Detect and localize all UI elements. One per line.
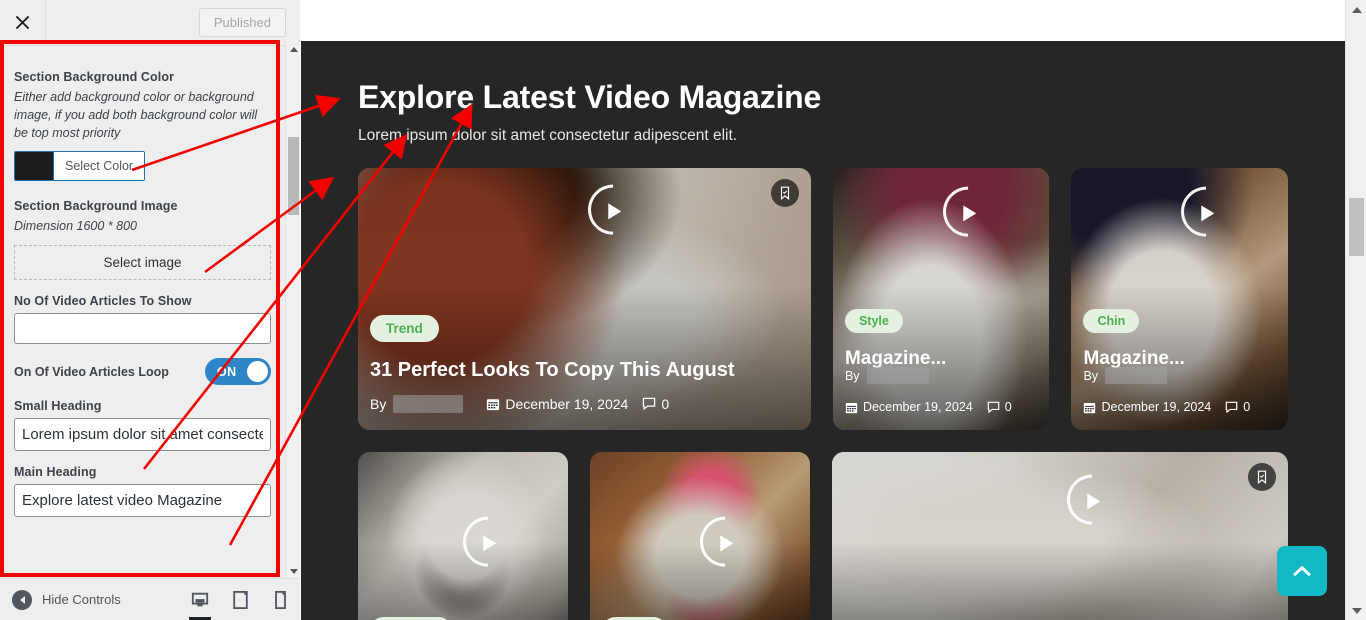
page-subtitle: Lorem ipsum dolor sit amet consectetur a… [358, 127, 738, 144]
tablet-icon[interactable] [220, 579, 260, 620]
section-background-color-description: Either add background color or backgroun… [14, 90, 258, 140]
card-comments: 0 [642, 396, 669, 412]
card-comments-count: 0 [661, 396, 670, 412]
no-of-video-articles-input[interactable] [14, 313, 271, 344]
small-heading-label: Small Heading [14, 399, 102, 413]
author-name-placeholder [393, 395, 464, 413]
card-meta: December 19, 2024 0 [1083, 400, 1280, 414]
calendar-icon [845, 402, 858, 413]
card-date-text: December 19, 2024 [862, 400, 973, 414]
customizer-header: Published [0, 0, 300, 46]
card-meta: December 19, 2024 0 [845, 400, 1042, 414]
card-overlay [1071, 168, 1288, 430]
calendar-icon [1084, 402, 1096, 413]
category-badge[interactable]: Chin [1083, 309, 1140, 333]
scroll-down-icon[interactable] [286, 564, 301, 578]
video-card[interactable]: Style Magazine... By December 19, 2024 0 [832, 168, 1050, 430]
calendar-icon [487, 399, 500, 411]
video-card[interactable] [832, 452, 1288, 620]
card-overlay [832, 452, 1288, 620]
site-preview: Explore Latest Video Magazine Lorem ipsu… [301, 0, 1345, 620]
comment-icon [1225, 401, 1238, 413]
scrollbar-thumb[interactable] [288, 137, 299, 215]
preview-scroll-up-icon[interactable] [1346, 1, 1366, 18]
bookmark-icon[interactable] [770, 179, 799, 207]
card-comments-count: 0 [1004, 400, 1012, 414]
card-comments-count: 0 [1243, 400, 1251, 414]
customizer-panel: Published Section Background Color Eithe… [0, 0, 300, 620]
comment-icon [643, 397, 656, 411]
select-color-label: Select Color [53, 152, 145, 181]
card-date-text: December 19, 2024 [1101, 400, 1212, 414]
video-magazine-section: Explore Latest Video Magazine Lorem ipsu… [301, 41, 1345, 620]
scroll-up-icon[interactable] [286, 42, 301, 56]
section-background-image-dimension: Dimension 1600 * 800 [14, 219, 137, 234]
video-card[interactable]: Couture [358, 452, 568, 620]
card-comments: 0 [987, 400, 1012, 414]
author-label: By [370, 396, 387, 412]
customizer-controls: Section Background Color Either add back… [0, 46, 285, 575]
toggle-knob [247, 361, 268, 382]
desktop-icon[interactable] [180, 579, 220, 620]
card-title[interactable]: 31 Perfect Looks To Copy This August [370, 359, 801, 382]
bookmark-icon[interactable] [1248, 463, 1276, 491]
card-date: December 19, 2024 [845, 400, 973, 414]
video-cards-row-top: Trend 31 Perfect Looks To Copy This Augu… [358, 168, 1288, 430]
video-articles-loop-label: On Of Video Articles Loop [14, 364, 169, 379]
card-date: December 19, 2024 [1083, 400, 1211, 414]
video-card[interactable]: Glam [590, 452, 810, 620]
close-icon[interactable] [0, 0, 46, 45]
preview-scrollbar-thumb[interactable] [1349, 198, 1364, 256]
customizer-footer: Hide Controls [0, 578, 300, 620]
card-author: By [1083, 367, 1280, 384]
video-card[interactable]: Trend 31 Perfect Looks To Copy This Augu… [358, 168, 811, 430]
author-label: By [1083, 368, 1099, 383]
category-badge[interactable]: Style [844, 309, 903, 333]
select-image-button[interactable]: Select image [14, 245, 271, 280]
main-heading-label: Main Heading [14, 465, 97, 479]
card-author: By [845, 367, 1042, 384]
card-date-text: December 19, 2024 [505, 396, 629, 412]
video-articles-loop-row: On Of Video Articles Loop ON [14, 358, 271, 385]
video-articles-loop-toggle[interactable]: ON [205, 358, 271, 385]
card-meta: By December 19, 2024 0 [370, 395, 803, 413]
card-overlay [358, 168, 811, 430]
main-heading-input[interactable] [14, 484, 271, 517]
customizer-scrollbar[interactable] [285, 40, 300, 580]
preview-scrollbar[interactable] [1345, 0, 1366, 620]
author-name-placeholder [1105, 367, 1168, 384]
close-glyph [15, 15, 30, 30]
small-heading-input[interactable] [14, 418, 271, 451]
toggle-state-label: ON [217, 364, 237, 379]
section-header: Explore Latest Video Magazine Lorem ipsu… [358, 41, 1288, 145]
preview-scroll-down-icon[interactable] [1346, 602, 1366, 619]
chevron-up-icon [1293, 565, 1311, 577]
section-background-color-label: Section Background Color [14, 70, 175, 84]
card-comments: 0 [1225, 400, 1250, 414]
mobile-icon[interactable] [260, 579, 300, 620]
chevron-left-icon [12, 589, 32, 610]
card-date: December 19, 2024 [486, 396, 628, 412]
color-swatch [15, 152, 53, 181]
select-color-button[interactable]: Select Color [14, 151, 146, 182]
category-badge[interactable]: Trend [370, 315, 439, 342]
device-preview-switcher [180, 579, 300, 620]
author-label: By [844, 368, 860, 383]
section-background-image-label: Section Background Image [14, 199, 178, 214]
hide-controls-button[interactable]: Hide Controls [12, 589, 121, 610]
hide-controls-label: Hide Controls [42, 592, 121, 607]
no-of-video-articles-label: No Of Video Articles To Show [14, 294, 192, 308]
video-card[interactable]: Chin Magazine... By December 19, 2024 0 [1071, 168, 1288, 430]
author-name-placeholder [866, 367, 929, 384]
comment-icon [987, 401, 1000, 413]
video-cards-row-bottom: Couture Glam [358, 452, 1288, 620]
published-button[interactable]: Published [198, 8, 286, 37]
card-overlay [832, 168, 1050, 430]
scroll-to-top-button[interactable] [1277, 546, 1327, 596]
page-title: Explore Latest Video Magazine [358, 79, 822, 115]
